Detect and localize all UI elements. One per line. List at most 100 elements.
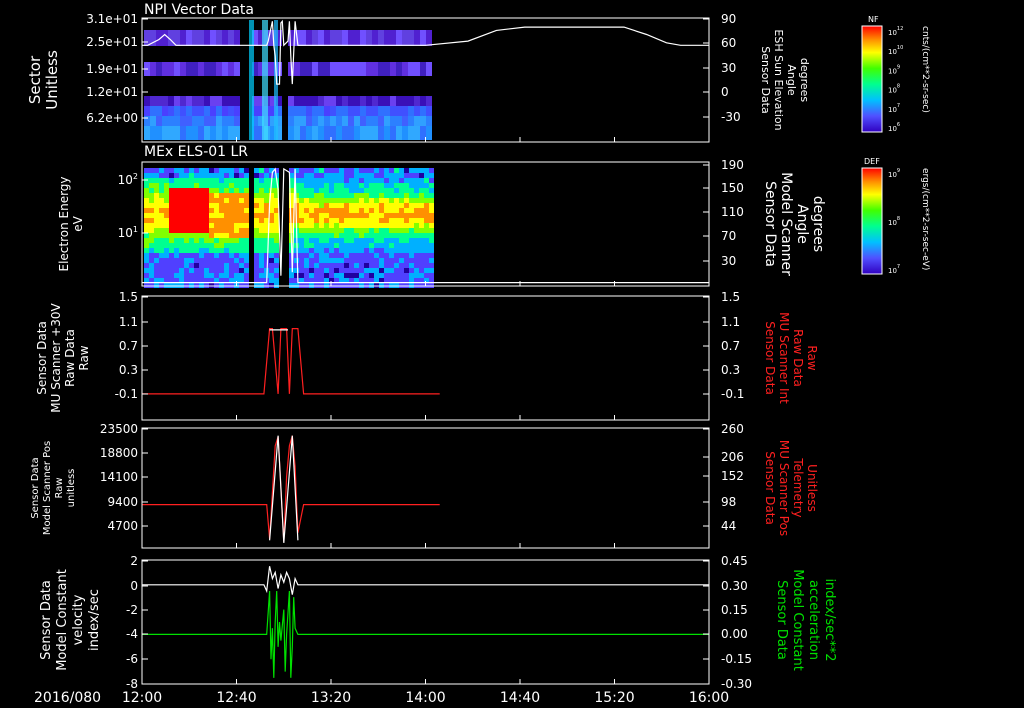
heatmap-cell — [374, 253, 379, 258]
heatmap-cell — [209, 263, 214, 268]
heatmap-cell — [349, 193, 354, 198]
heatmap-cell — [149, 223, 154, 228]
heatmap-cell — [174, 238, 179, 243]
heatmap-cell — [394, 253, 399, 258]
panel-4-left-label: Sensor Data Model Scanner Pos Raw unitle… — [30, 441, 77, 535]
heatmap-cell — [429, 168, 434, 173]
left-tick-label: 1.2e+01 — [86, 85, 138, 99]
heatmap-cell — [164, 253, 169, 258]
heatmap-cell — [364, 168, 369, 173]
heatmap-cell — [339, 178, 344, 183]
heatmap-cell — [244, 208, 249, 213]
heatmap-cell — [329, 258, 334, 263]
heatmap-cell — [224, 233, 229, 238]
heatmap-cell — [159, 263, 164, 268]
heatmap-cell — [369, 188, 374, 193]
heatmap-cell — [269, 263, 274, 268]
heatmap-cell — [354, 178, 359, 183]
heatmap-cell — [224, 193, 229, 198]
heatmap-cell — [149, 253, 154, 258]
heatmap-cell — [409, 268, 414, 273]
heatmap-cell — [269, 228, 274, 233]
heatmap-cell — [336, 126, 342, 140]
heatmap-cell — [198, 30, 204, 46]
heatmap-cell — [424, 233, 429, 238]
heatmap-cell — [399, 208, 404, 213]
heatmap-cell — [194, 223, 199, 228]
panel-5-right-label: Sensor Data Model Constant acceleration … — [774, 569, 837, 671]
heatmap-cell — [324, 168, 329, 173]
heatmap-cell — [299, 178, 304, 183]
heatmap-cell — [184, 253, 189, 258]
heatmap-cell — [359, 238, 364, 243]
heatmap-cell — [384, 238, 389, 243]
heatmap-cell — [359, 248, 364, 253]
heatmap-cell — [289, 273, 294, 278]
heatmap-cell — [419, 243, 424, 248]
heatmap-cell — [274, 258, 279, 263]
heatmap-cell — [404, 208, 409, 213]
heatmap-cell — [174, 228, 179, 233]
date-label: 2016/080 — [34, 690, 101, 706]
heatmap-cell — [219, 273, 224, 278]
heatmap-cell — [192, 96, 198, 106]
heatmap-cell — [194, 173, 199, 178]
heatmap-cell — [399, 173, 404, 178]
heatmap-cell — [164, 218, 169, 223]
heatmap-cell — [408, 126, 414, 140]
heatmap-cell — [344, 213, 349, 218]
heatmap-cell — [359, 183, 364, 188]
heatmap-cell — [264, 218, 269, 223]
heatmap-cell — [274, 228, 279, 233]
panel-5-left-label-line-4: index/sec — [87, 589, 102, 651]
heatmap-cell — [414, 173, 419, 178]
heatmap-cell — [309, 228, 314, 233]
heatmap-cell — [364, 203, 369, 208]
heatmap-cell — [264, 213, 269, 218]
heatmap-cell — [409, 203, 414, 208]
heatmap-cell — [372, 106, 378, 116]
heatmap-cell — [154, 228, 159, 233]
heatmap-cell — [168, 62, 174, 76]
heatmap-cell — [189, 168, 194, 173]
heatmap-cell — [274, 263, 279, 268]
heatmap-cell — [319, 168, 324, 173]
panel-model-constant: 20-2-4-6-8 0.450.300.150.00-0.15-0.30 Se… — [39, 554, 837, 691]
heatmap-cell — [210, 116, 216, 126]
heatmap-cell — [169, 208, 174, 213]
heatmap-cell — [348, 30, 354, 46]
heatmap-cell — [414, 126, 420, 140]
heatmap-cell — [214, 263, 219, 268]
heatmap-cell — [354, 273, 359, 278]
heatmap-cell — [214, 183, 219, 188]
heatmap-cell — [304, 188, 309, 193]
panel-4-lines — [142, 435, 440, 543]
heatmap-cell — [144, 253, 149, 258]
heatmap-cell — [309, 248, 314, 253]
heatmap-cell — [159, 203, 164, 208]
panel-4-right-label-line-1: Sensor Data — [763, 451, 777, 525]
heatmap-cell — [234, 96, 240, 106]
heatmap-cell — [329, 178, 334, 183]
heatmap-cell — [318, 30, 324, 46]
heatmap-cell — [199, 273, 204, 278]
heatmap-cell — [239, 188, 244, 193]
heatmap-cell — [199, 183, 204, 188]
heatmap-cell — [214, 213, 219, 218]
heatmap-cell — [409, 273, 414, 278]
heatmap-cell — [404, 228, 409, 233]
heatmap-cell — [239, 208, 244, 213]
heatmap-cell — [314, 213, 319, 218]
heatmap-cell — [339, 208, 344, 213]
right-tick-label: 190 — [721, 158, 744, 172]
heatmap-cell — [369, 238, 374, 243]
heatmap-cell — [384, 126, 390, 140]
heatmap-cell — [334, 263, 339, 268]
heatmap-cell — [408, 96, 414, 106]
heatmap-cell — [180, 62, 186, 76]
heatmap-cell — [384, 188, 389, 193]
heatmap-cell — [164, 238, 169, 243]
heatmap-cell — [264, 173, 269, 178]
heatmap-cell — [154, 168, 159, 173]
heatmap-cell — [259, 188, 264, 193]
